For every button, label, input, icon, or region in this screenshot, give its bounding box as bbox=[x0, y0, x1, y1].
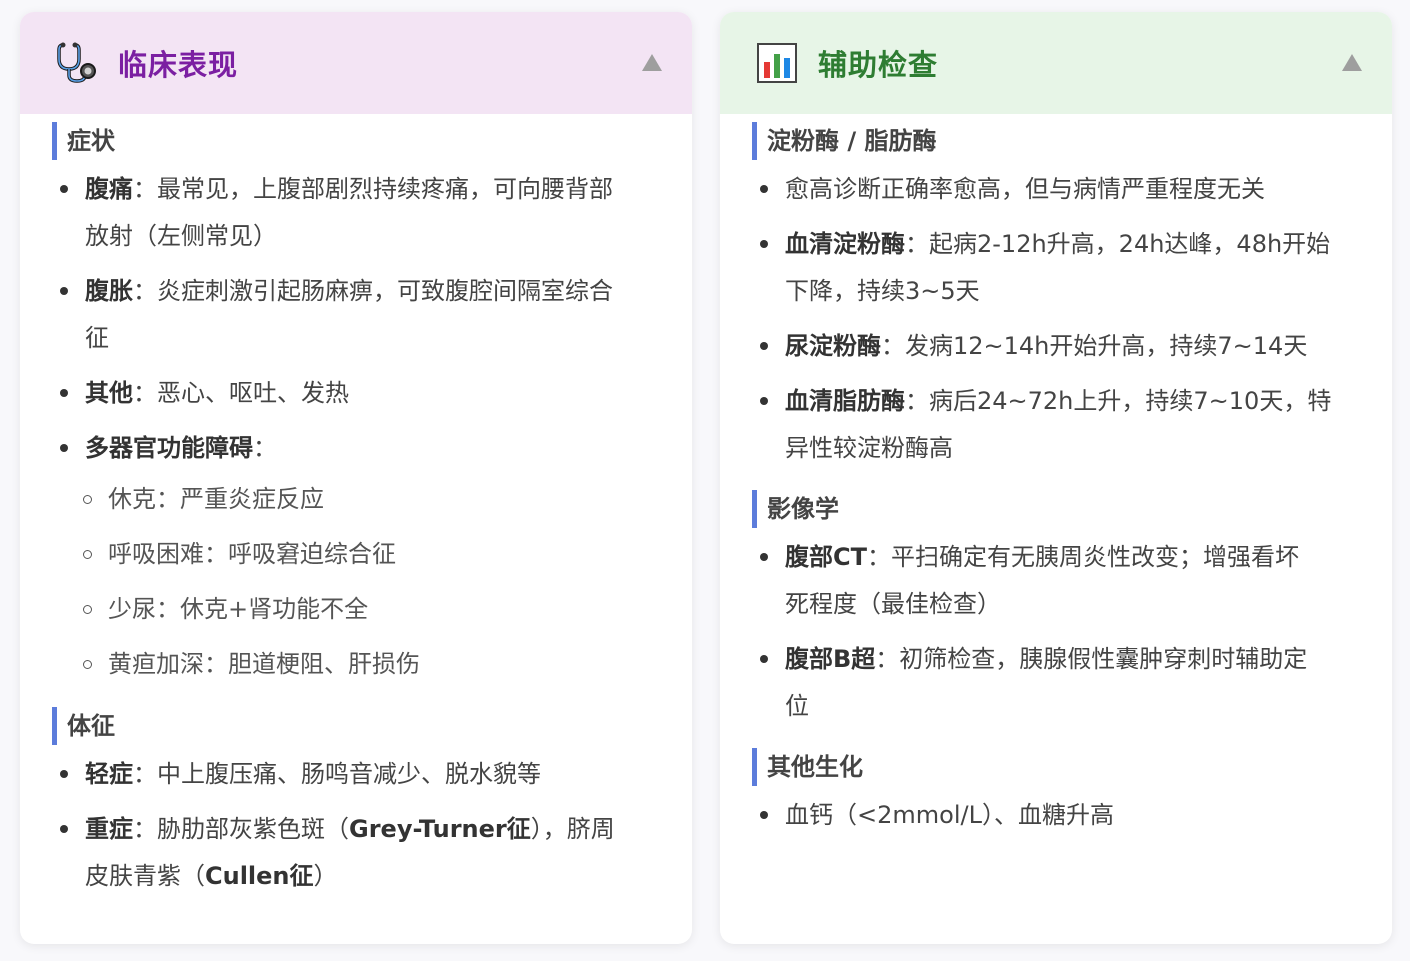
list-item: 腹胀：炎症刺激引起肠麻痹，可致腹腔间隔室综合征 bbox=[52, 268, 692, 362]
card-header[interactable]: 临床表现 bbox=[20, 12, 692, 114]
section-title-biochem: 其他生化 bbox=[752, 748, 1392, 786]
card-header[interactable]: 辅助检查 bbox=[720, 12, 1392, 114]
stethoscope-icon bbox=[54, 40, 100, 86]
sub-list-item: 休克：严重炎症反应 bbox=[52, 472, 692, 527]
auxiliary-exams-card: 辅助检查 淀粉酶 / 脂肪酶 愈高诊断正确率愈高，但与病情严重程度无关 血清淀粉… bbox=[720, 12, 1392, 944]
section-title-enzymes: 淀粉酶 / 脂肪酶 bbox=[752, 122, 1392, 160]
list-item: 血钙（<2mmol/L）、血糖升高 bbox=[752, 792, 1392, 839]
list-item: 血清脂肪酶：病后24~72h上升，持续7~10天，特 异性较淀粉酶高 bbox=[752, 378, 1392, 472]
enzyme-list: 愈高诊断正确率愈高，但与病情严重程度无关 血清淀粉酶：起病2-12h升高，24h… bbox=[752, 166, 1392, 472]
section-title-symptoms: 症状 bbox=[52, 122, 692, 160]
clinical-manifestations-card: 临床表现 症状 腹痛：最常见，上腹部剧烈持续疼痛，可向腰背部 放射（左侧常见） 腹… bbox=[20, 12, 692, 944]
bar-chart-icon bbox=[754, 40, 800, 86]
card-body: 淀粉酶 / 脂肪酶 愈高诊断正确率愈高，但与病情严重程度无关 血清淀粉酶：起病2… bbox=[720, 114, 1392, 839]
signs-list: 轻症：中上腹压痛、肠鸣音减少、脱水貌等 重症：胁肋部灰紫色斑（Grey-Turn… bbox=[52, 751, 692, 900]
imaging-list: 腹部CT：平扫确定有无胰周炎性改变；增强看坏 死程度（最佳检查） 腹部B超：初筛检… bbox=[752, 534, 1392, 730]
list-item: 愈高诊断正确率愈高，但与病情严重程度无关 bbox=[752, 166, 1392, 213]
organ-failure-sublist: 休克：严重炎症反应 呼吸困难：呼吸窘迫综合征 少尿：休克+肾功能不全 黄疸加深：… bbox=[52, 472, 692, 692]
section-title-signs: 体征 bbox=[52, 707, 692, 745]
biochem-list: 血钙（<2mmol/L）、血糖升高 bbox=[752, 792, 1392, 839]
list-item: 尿淀粉酶：发病12~14h开始升高，持续7~14天 bbox=[752, 323, 1392, 370]
collapse-triangle-icon[interactable] bbox=[642, 54, 662, 71]
list-item: 重症：胁肋部灰紫色斑（Grey-Turner征），脐周 皮肤青紫（Cullen征） bbox=[52, 806, 692, 900]
list-item: 腹部B超：初筛检查，胰腺假性囊肿穿刺时辅助定位 bbox=[752, 636, 1392, 730]
section-title-imaging: 影像学 bbox=[752, 490, 1392, 528]
symptom-list: 腹痛：最常见，上腹部剧烈持续疼痛，可向腰背部 放射（左侧常见） 腹胀：炎症刺激引起… bbox=[52, 166, 692, 472]
sub-list-item: 少尿：休克+肾功能不全 bbox=[52, 582, 692, 637]
card-body: 症状 腹痛：最常见，上腹部剧烈持续疼痛，可向腰背部 放射（左侧常见） 腹胀：炎症刺… bbox=[20, 114, 692, 900]
list-item: 腹部CT：平扫确定有无胰周炎性改变；增强看坏 死程度（最佳检查） bbox=[752, 534, 1392, 628]
card-title: 临床表现 bbox=[118, 48, 239, 82]
card-title: 辅助检查 bbox=[818, 48, 939, 82]
list-item: 轻症：中上腹压痛、肠鸣音减少、脱水貌等 bbox=[52, 751, 692, 798]
list-item: 腹痛：最常见，上腹部剧烈持续疼痛，可向腰背部 放射（左侧常见） bbox=[52, 166, 692, 260]
sub-list-item: 黄疸加深：胆道梗阻、肝损伤 bbox=[52, 637, 692, 692]
list-item: 多器官功能障碍： bbox=[52, 425, 692, 472]
collapse-triangle-icon[interactable] bbox=[1342, 54, 1362, 71]
sub-list-item: 呼吸困难：呼吸窘迫综合征 bbox=[52, 527, 692, 582]
list-item: 其他：恶心、呕吐、发热 bbox=[52, 370, 692, 417]
list-item: 血清淀粉酶：起病2-12h升高，24h达峰，48h开始 下降，持续3~5天 bbox=[752, 221, 1392, 315]
